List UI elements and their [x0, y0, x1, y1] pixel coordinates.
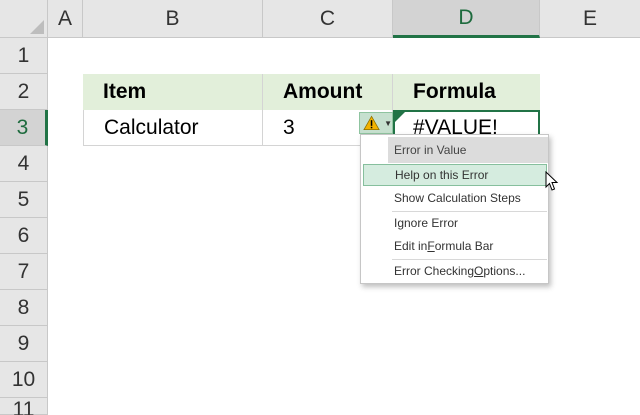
row-header-11[interactable]: 11 — [0, 398, 48, 415]
row-header-3[interactable]: 3 — [0, 110, 48, 146]
row-header-5[interactable]: 5 — [0, 182, 48, 218]
cell-b2-item-header[interactable]: Item — [83, 74, 263, 110]
column-headers: A B C D E — [48, 0, 640, 38]
row-header-4[interactable]: 4 — [0, 146, 48, 182]
cell-d2-formula-header[interactable]: Formula — [393, 74, 540, 110]
row-header-9[interactable]: 9 — [0, 326, 48, 362]
error-indicator-icon — [395, 112, 405, 122]
column-header-d[interactable]: D — [393, 0, 540, 38]
warning-icon — [363, 115, 380, 131]
row-header-1[interactable]: 1 — [0, 38, 48, 74]
dropdown-arrow-icon: ▼ — [384, 118, 392, 128]
column-header-e[interactable]: E — [540, 0, 640, 38]
select-all-triangle-icon — [30, 20, 44, 34]
menu-item-ignore-error[interactable]: Ignore Error — [363, 212, 547, 234]
error-options-menu: Error in Value Help on this Error Show C… — [360, 134, 549, 284]
error-checking-button[interactable]: ▼ — [359, 112, 393, 134]
column-header-b[interactable]: B — [83, 0, 263, 38]
row-header-2[interactable]: 2 — [0, 74, 48, 110]
menu-item-show-calculation-steps[interactable]: Show Calculation Steps — [363, 187, 547, 209]
mouse-pointer-icon — [545, 171, 559, 191]
menu-heading-error-in-value: Error in Value — [388, 137, 548, 163]
column-header-c[interactable]: C — [263, 0, 393, 38]
column-header-a[interactable]: A — [48, 0, 83, 38]
row-header-8[interactable]: 8 — [0, 290, 48, 326]
menu-item-help-on-error[interactable]: Help on this Error — [363, 164, 547, 186]
row-header-10[interactable]: 10 — [0, 362, 48, 398]
cell-c2-amount-header[interactable]: Amount — [263, 74, 393, 110]
menu-item-edit-in-formula-bar[interactable]: Edit in Formula Bar — [363, 235, 547, 257]
select-all-corner[interactable] — [0, 0, 48, 38]
cell-b3-item[interactable]: Calculator — [83, 110, 263, 146]
row-header-7[interactable]: 7 — [0, 254, 48, 290]
row-header-6[interactable]: 6 — [0, 218, 48, 254]
menu-item-error-checking-options[interactable]: Error Checking Options... — [363, 260, 547, 282]
